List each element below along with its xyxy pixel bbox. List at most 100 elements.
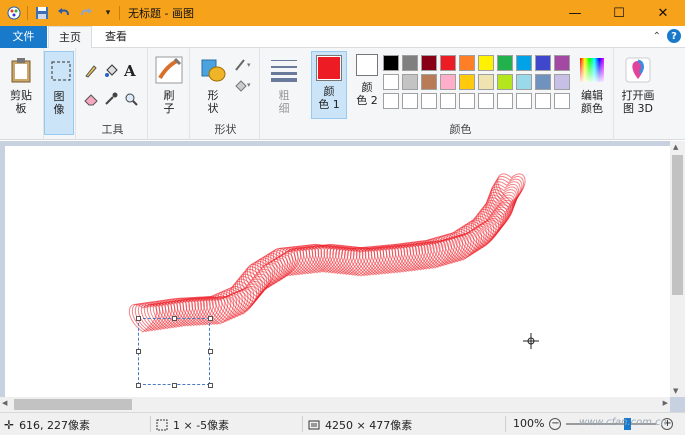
palette-swatch[interactable]: [516, 74, 532, 90]
color2-button[interactable]: 颜 色 2: [349, 54, 385, 107]
scroll-right-icon[interactable]: ▶: [663, 399, 668, 407]
magnifier-icon[interactable]: [124, 92, 138, 109]
eraser-icon[interactable]: [84, 92, 98, 109]
selection-handle[interactable]: [208, 349, 213, 354]
zoom-level-text: 100%: [513, 417, 545, 430]
selection-handle[interactable]: [208, 383, 213, 388]
palette-swatch[interactable]: [478, 93, 494, 109]
palette-swatch[interactable]: [402, 55, 418, 71]
palette-swatch[interactable]: [402, 93, 418, 109]
minimize-button[interactable]: —: [553, 0, 597, 26]
ribbon: 剪贴 板 图 像 A 工具 刷 子 形 状 ▾ ▾ 形状 粗 细 颜 色 1 颜…: [0, 48, 685, 140]
colors-group-label: 颜色: [449, 123, 472, 136]
palette-swatch[interactable]: [554, 55, 570, 71]
palette-swatch[interactable]: [383, 93, 399, 109]
selection-handle[interactable]: [172, 383, 177, 388]
selection-handle[interactable]: [172, 316, 177, 321]
palette-swatch[interactable]: [478, 55, 494, 71]
shapes-group-label: 形状: [214, 123, 237, 136]
clipboard-button[interactable]: 剪贴 板: [4, 54, 38, 115]
palette-swatch[interactable]: [402, 74, 418, 90]
paint-app-icon[interactable]: [6, 5, 22, 21]
palette-swatch[interactable]: [516, 55, 532, 71]
undo-icon[interactable]: [56, 5, 72, 21]
collapse-ribbon-icon[interactable]: ⌃: [653, 31, 661, 42]
palette-swatch[interactable]: [440, 55, 456, 71]
tab-home[interactable]: 主页: [48, 26, 92, 49]
drawn-heart-stroke: [128, 173, 526, 333]
tab-view[interactable]: 查看: [93, 26, 139, 48]
fill-bucket-icon[interactable]: [104, 64, 118, 81]
color2-swatch: [356, 54, 378, 76]
palette-swatch[interactable]: [383, 74, 399, 90]
status-separator: [505, 416, 506, 432]
image-button[interactable]: 图 像: [44, 51, 74, 135]
paint3d-icon: [622, 54, 654, 86]
palette-swatch[interactable]: [535, 93, 551, 109]
palette-swatch[interactable]: [440, 93, 456, 109]
palette-swatch[interactable]: [459, 93, 475, 109]
close-button[interactable]: ✕: [641, 0, 685, 26]
edit-colors-label: 编辑 颜色: [581, 89, 603, 115]
palette-swatch[interactable]: [478, 74, 494, 90]
selection-handle[interactable]: [208, 316, 213, 321]
help-icon[interactable]: ?: [667, 29, 681, 43]
scroll-down-icon[interactable]: ▼: [673, 387, 678, 395]
palette-swatch[interactable]: [421, 74, 437, 90]
palette-swatch[interactable]: [421, 93, 437, 109]
shapes-icon: [197, 54, 229, 86]
color1-button[interactable]: 颜 色 1: [311, 51, 347, 119]
clipboard-label: 剪贴 板: [10, 89, 32, 115]
palette-swatch[interactable]: [383, 55, 399, 71]
scroll-left-icon[interactable]: ◀: [2, 399, 7, 407]
palette-swatch[interactable]: [440, 74, 456, 90]
canvas-area: ▲ ▼ ◀ ▶: [0, 141, 685, 412]
text-tool-icon[interactable]: A: [124, 62, 136, 80]
edit-colors-button[interactable]: 编辑 颜色: [572, 54, 612, 115]
outline-icon[interactable]: ▾: [234, 58, 254, 75]
selection-rectangle[interactable]: [138, 318, 210, 385]
horizontal-scroll-thumb[interactable]: [14, 399, 132, 410]
scroll-up-icon[interactable]: ▲: [673, 143, 678, 151]
cursor-position-text: 616, 227像素: [19, 419, 91, 432]
palette-swatch[interactable]: [554, 74, 570, 90]
palette-swatch[interactable]: [554, 93, 570, 109]
size-group: 粗 细: [262, 48, 306, 140]
status-separator: [150, 416, 151, 432]
palette-swatch[interactable]: [497, 55, 513, 71]
palette-swatch[interactable]: [535, 74, 551, 90]
save-icon[interactable]: [34, 5, 50, 21]
pencil-icon[interactable]: [84, 64, 98, 81]
palette-swatch[interactable]: [497, 93, 513, 109]
palette-swatch[interactable]: [459, 74, 475, 90]
customize-qa-icon[interactable]: ▾: [100, 5, 116, 21]
tab-file[interactable]: 文件: [0, 26, 47, 48]
zoom-out-icon[interactable]: −: [549, 417, 562, 430]
palette-swatch[interactable]: [421, 55, 437, 71]
selection-handle[interactable]: [136, 383, 141, 388]
selection-handle[interactable]: [136, 316, 141, 321]
fill-icon[interactable]: ▾: [234, 78, 254, 95]
shapes-button[interactable]: 形 状: [196, 54, 230, 115]
size-button[interactable]: 粗 细: [267, 54, 301, 115]
brushes-button[interactable]: 刷 子: [152, 54, 186, 115]
color-picker-icon[interactable]: [104, 92, 118, 109]
image-group: 图 像: [44, 48, 76, 140]
palette-swatch[interactable]: [535, 55, 551, 71]
paint3d-button[interactable]: 打开画 图 3D: [617, 54, 659, 115]
redo-icon[interactable]: [78, 5, 94, 21]
selection-size-text: 1 × -5像素: [173, 419, 230, 432]
color1-swatch: [316, 55, 342, 81]
palette-swatch[interactable]: [497, 74, 513, 90]
horizontal-scrollbar[interactable]: ◀ ▶: [0, 397, 670, 412]
vertical-scrollbar[interactable]: ▲ ▼: [670, 141, 685, 397]
vertical-scroll-thumb[interactable]: [672, 155, 683, 295]
palette-swatch[interactable]: [459, 55, 475, 71]
maximize-button[interactable]: ☐: [597, 0, 641, 26]
clipboard-icon: [5, 54, 37, 86]
watermark-text: www.cfan.com.cn: [578, 417, 667, 428]
drawing-canvas[interactable]: [5, 146, 670, 400]
palette-swatch[interactable]: [516, 93, 532, 109]
selection-handle[interactable]: [136, 349, 141, 354]
tools-group-label: 工具: [101, 123, 124, 136]
